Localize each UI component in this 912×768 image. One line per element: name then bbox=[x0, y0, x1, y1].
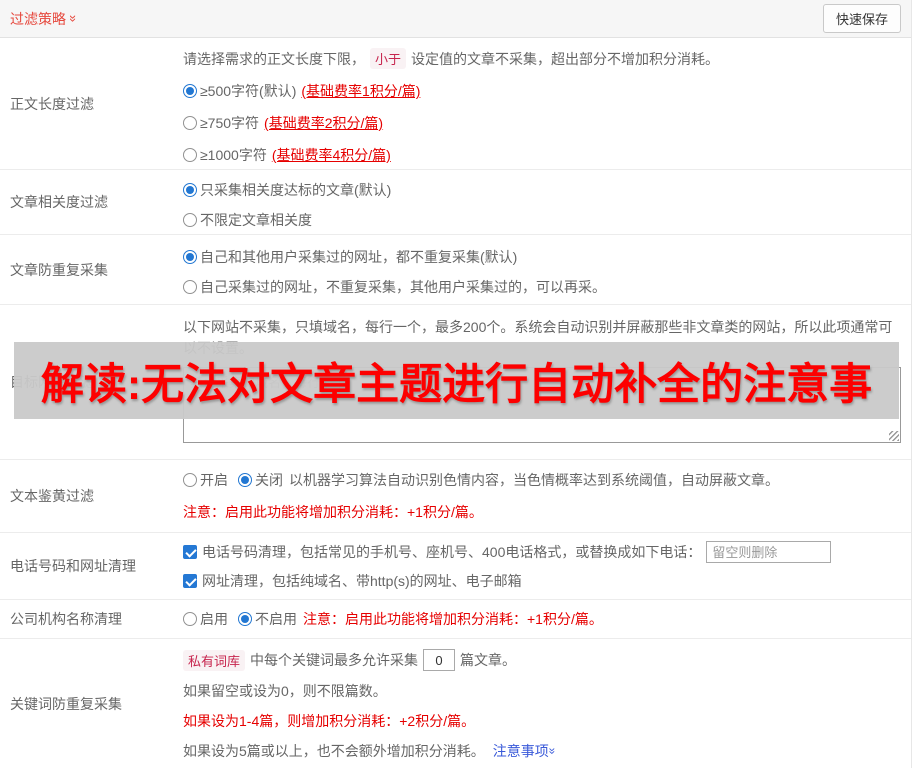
row-content-length-filter: 正文长度过滤 请选择需求的正文长度下限， 小于 设定值的文章不采集，超出部分不增… bbox=[0, 38, 911, 170]
keyword-note-zero: 如果留空或设为0，则不限篇数。 bbox=[183, 683, 387, 699]
page-title-text: 过滤策略 bbox=[10, 10, 66, 27]
keyword-note-fee: 如果设为1-4篇，则增加积分消耗：+2积分/篇。 bbox=[183, 713, 476, 729]
fee-note: (基础费率2积分/篇) bbox=[264, 115, 384, 131]
row-label-relevance: 文章相关度过滤 bbox=[10, 194, 108, 210]
row-keyword-dedupe: 关键词防重复采集 私有词库 中每个关键词最多允许采集 篇文章。 如果留空或设为0… bbox=[0, 639, 911, 768]
url-clean-option[interactable]: 网址清理，包括纯域名、带http(s)的网址、电子邮箱 bbox=[183, 571, 903, 591]
chevron-down-icon: » bbox=[66, 14, 82, 23]
porn-filter-note: 注意：启用此功能将增加积分消耗：+1积分/篇。 bbox=[183, 504, 483, 520]
less-than-badge: 小于 bbox=[370, 48, 407, 69]
row-label-keyword-dedupe: 关键词防重复采集 bbox=[10, 695, 122, 712]
porn-option-on[interactable]: 开启 bbox=[183, 470, 228, 490]
checkbox-url-clean[interactable] bbox=[183, 574, 197, 588]
page-title[interactable]: 过滤策略 » bbox=[10, 9, 82, 29]
radio-dedupe-self[interactable] bbox=[183, 280, 197, 294]
watermark-overlay: 解读:无法对文章主题进行自动补全的注意事 bbox=[14, 342, 899, 419]
radio-porn-on[interactable] bbox=[183, 473, 197, 487]
radio-750[interactable] bbox=[183, 116, 197, 130]
keyword-limit-input[interactable] bbox=[423, 649, 456, 671]
length-option-1000[interactable]: ≥1000字符 (基础费率4积分/篇) bbox=[183, 145, 903, 165]
radio-company-off[interactable] bbox=[238, 612, 252, 626]
row-label-phone-url: 电话号码和网址清理 bbox=[10, 558, 136, 574]
radio-porn-off[interactable] bbox=[238, 473, 252, 487]
keyword-limit-line: 私有词库 中每个关键词最多允许采集 篇文章。 bbox=[183, 649, 903, 671]
length-intro: 请选择需求的正文长度下限， 小于 设定值的文章不采集，超出部分不增加积分消耗。 bbox=[183, 48, 903, 69]
dedupe-option-all-users[interactable]: 自己和其他用户采集过的网址，都不重复采集(默认) bbox=[183, 247, 903, 267]
quick-save-button[interactable]: 快速保存 bbox=[822, 4, 901, 33]
row-company-name-clean: 公司机构名称清理 启用 不启用 注意：启用此功能将增加积分消耗：+1积分/篇。 bbox=[0, 600, 911, 639]
keyword-note-five: 如果设为5篇或以上，也不会额外增加积分消耗。 注意事项 » bbox=[183, 741, 560, 761]
company-clean-note: 注意：启用此功能将增加积分消耗：+1积分/篇。 bbox=[303, 611, 603, 627]
fee-note: (基础费率1积分/篇) bbox=[301, 83, 421, 99]
radio-500-selected[interactable] bbox=[183, 84, 197, 98]
notice-link[interactable]: 注意事项 » bbox=[493, 741, 560, 761]
radio-1000[interactable] bbox=[183, 148, 197, 162]
replacement-phone-input[interactable] bbox=[706, 541, 832, 563]
porn-option-off[interactable]: 关闭 bbox=[238, 470, 283, 490]
row-dedupe-collection: 文章防重复采集 自己和其他用户采集过的网址，都不重复采集(默认) 自己采集过的网… bbox=[0, 235, 911, 305]
private-thesaurus-badge: 私有词库 bbox=[183, 649, 246, 671]
radio-company-on[interactable] bbox=[183, 612, 197, 626]
relevance-option-strict[interactable]: 只采集相关度达标的文章(默认) bbox=[183, 180, 903, 200]
row-label-content-length: 正文长度过滤 bbox=[10, 95, 94, 112]
porn-filter-description: 以机器学习算法自动识别色情内容，当色情概率达到系统阈值，自动屏蔽文章。 bbox=[289, 472, 779, 488]
radio-relevance-any[interactable] bbox=[183, 213, 197, 227]
row-phone-url-clean: 电话号码和网址清理 电话号码清理，包括常见的手机号、座机号、400电话格式，或替… bbox=[0, 533, 911, 600]
row-label-company-clean: 公司机构名称清理 bbox=[10, 611, 122, 627]
company-clean-on[interactable]: 启用 bbox=[183, 609, 228, 629]
row-label-dedupe: 文章防重复采集 bbox=[10, 261, 108, 278]
row-porn-filter: 文本鉴黄过滤 开启 关闭 以机器学习算法自动识别色情内容，当色情概率达到系统阈值… bbox=[0, 460, 911, 533]
page-header: 过滤策略 » 快速保存 bbox=[0, 0, 911, 38]
watermark-text: 解读:无法对文章主题进行自动补全的注意事 bbox=[40, 360, 873, 409]
dedupe-option-self-only[interactable]: 自己采集过的网址，不重复采集，其他用户采集过的，可以再采。 bbox=[183, 277, 903, 297]
radio-dedupe-all[interactable] bbox=[183, 250, 197, 264]
length-option-500[interactable]: ≥500字符(默认) (基础费率1积分/篇) bbox=[183, 81, 903, 101]
company-clean-off[interactable]: 不启用 bbox=[238, 609, 297, 629]
chevron-down-icon: » bbox=[545, 747, 560, 755]
checkbox-phone-clean[interactable] bbox=[183, 545, 197, 559]
relevance-option-any[interactable]: 不限定文章相关度 bbox=[183, 210, 903, 230]
fee-note: (基础费率4积分/篇) bbox=[271, 147, 391, 163]
phone-clean-option[interactable]: 电话号码清理，包括常见的手机号、座机号、400电话格式，或替换成如下电话： bbox=[183, 541, 903, 563]
filter-strategy-page: 过滤策略 » 快速保存 正文长度过滤 请选择需求的正文长度下限， 小于 设定值的… bbox=[0, 0, 912, 768]
row-label-porn-filter: 文本鉴黄过滤 bbox=[10, 488, 94, 504]
length-option-750[interactable]: ≥750字符 (基础费率2积分/篇) bbox=[183, 113, 903, 133]
row-relevance-filter: 文章相关度过滤 只采集相关度达标的文章(默认) 不限定文章相关度 bbox=[0, 170, 911, 235]
radio-relevance-strict[interactable] bbox=[183, 183, 197, 197]
